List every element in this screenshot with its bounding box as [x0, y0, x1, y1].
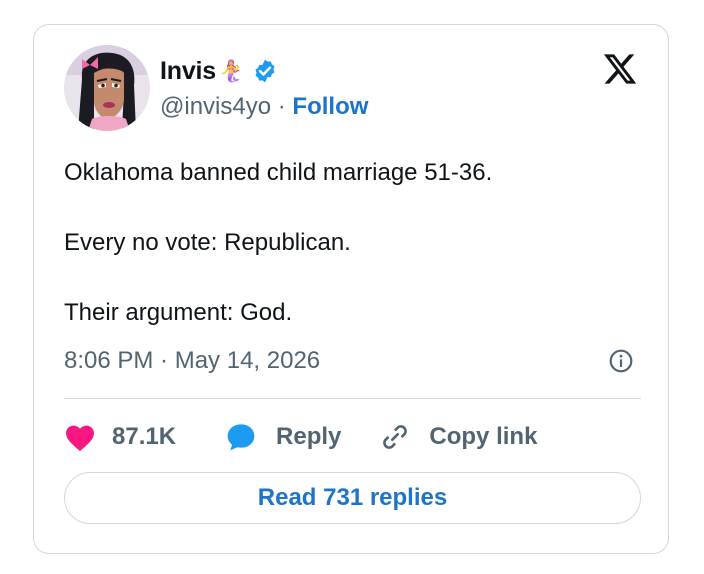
tweet-card: Invis 🧜‍♀️ @invis4yo · Follow Oklahoma b… — [33, 24, 669, 554]
read-replies-label: Read 731 replies — [257, 484, 448, 511]
reply-label: Reply — [276, 423, 342, 450]
x-logo-icon[interactable] — [602, 51, 638, 87]
reply-bubble-icon — [227, 424, 255, 451]
read-replies-button[interactable]: Read 731 replies — [64, 472, 641, 524]
avatar[interactable] — [64, 45, 150, 131]
verified-badge-icon — [255, 59, 275, 83]
link-icon — [383, 425, 408, 449]
tweet-text: Oklahoma banned child marriage 51-36. Ev… — [64, 155, 644, 330]
tweet-timestamp[interactable]: 8:06 PM · May 14, 2026 — [64, 347, 320, 375]
tweet-line: Their argument: God. — [64, 299, 293, 326]
heart-icon — [66, 425, 94, 452]
copy-link-button[interactable]: Copy link — [379, 421, 537, 453]
mermaid-emoji-icon: 🧜‍♀️ — [217, 59, 245, 83]
action-bar: 87.1K Reply Copy link — [64, 417, 537, 457]
handle-row: @invis4yo · Follow — [160, 93, 368, 121]
divider — [64, 398, 641, 399]
copy-link-label: Copy link — [429, 423, 538, 450]
info-icon[interactable] — [608, 348, 634, 374]
handle-separator: · — [271, 93, 293, 120]
author-handle[interactable]: @invis4yo — [160, 93, 271, 120]
follow-link[interactable]: Follow — [292, 93, 368, 120]
like-count: 87.1K — [112, 423, 177, 450]
tweet-line: Every no vote: Republican. — [64, 229, 351, 256]
author-name[interactable]: Invis — [160, 57, 216, 86]
tweet-line: Oklahoma banned child marriage 51-36. — [64, 159, 493, 186]
reply-button[interactable]: Reply — [224, 421, 341, 453]
author-name-row[interactable]: Invis 🧜‍♀️ — [160, 55, 278, 87]
like-button[interactable]: 87.1K — [64, 422, 176, 452]
